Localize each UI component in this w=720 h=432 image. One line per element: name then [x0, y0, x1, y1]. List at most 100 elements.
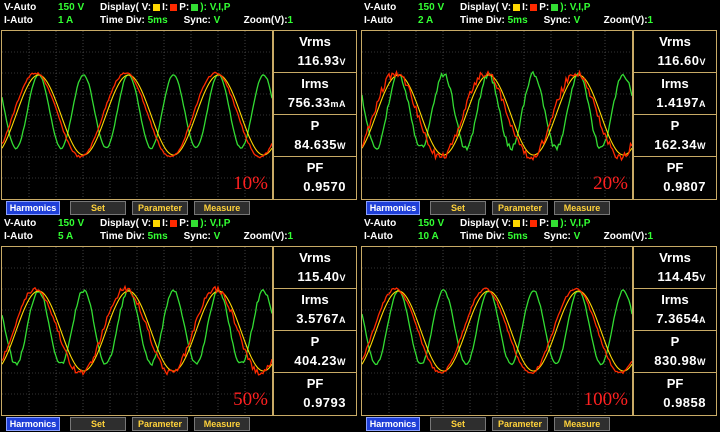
voltage-range-value: 150 V — [58, 218, 85, 229]
voltage-range-value: 150 V — [58, 2, 85, 13]
current-color-swatch — [530, 219, 538, 227]
measure-button[interactable]: Measure — [554, 201, 610, 215]
voltage-color-swatch — [513, 3, 521, 11]
waveform-display: 20% — [361, 30, 633, 200]
timediv-label: Time Div: — [460, 15, 505, 26]
voltage-range-label: V-Auto — [364, 218, 397, 229]
parameter-button[interactable]: Parameter — [492, 417, 548, 431]
waveform-display: 50% — [1, 246, 273, 416]
set-button[interactable]: Set — [70, 417, 126, 431]
irms-value: 756.33 — [287, 95, 331, 110]
parameter-button[interactable]: Parameter — [132, 417, 188, 431]
zoom-value: 1 — [287, 15, 294, 26]
parameter-button[interactable]: Parameter — [132, 201, 188, 215]
irms-value: 1.4197 — [656, 95, 699, 110]
current-range-label: I-Auto — [4, 231, 33, 242]
power-value: 162.34 — [654, 137, 697, 152]
pf-value: 0.9858 — [663, 395, 706, 410]
power-label: P — [670, 334, 680, 349]
voltage-color-swatch — [153, 219, 161, 227]
display-i-label: I: — [162, 2, 169, 13]
set-button[interactable]: Set — [430, 201, 486, 215]
vrms-value: 116.93 — [297, 53, 340, 68]
voltage-range-value: 150 V — [418, 218, 445, 229]
harmonics-button[interactable]: Harmonics — [6, 201, 60, 215]
load-percent-label: 100% — [583, 389, 628, 410]
waveform-display: 10% — [1, 30, 273, 200]
measure-button[interactable]: Measure — [194, 201, 250, 215]
power-color-swatch — [191, 219, 199, 227]
display-i-label: I: — [522, 2, 529, 13]
grid — [2, 31, 272, 199]
measurement-column: Vrms 115.40V Irms 3.5767A P 404.23W PF 0… — [273, 246, 357, 416]
current-range-value: 10 A — [418, 231, 439, 242]
zoom-label: Zoom(V): — [243, 231, 288, 242]
analyzer-panel: V-Auto 150 V Display( V: I: P:): V,I,P I-Aut… — [360, 0, 718, 215]
irms-label: Irms — [661, 76, 689, 91]
power-value: 84.635 — [294, 137, 337, 152]
power-trace — [2, 287, 272, 367]
timediv-label: Time Div: — [460, 231, 505, 242]
sync-label: Sync: — [183, 15, 211, 26]
power-value: 404.23 — [294, 353, 337, 368]
harmonics-button[interactable]: Harmonics — [366, 417, 420, 431]
vrms-cell: Vrms 114.45V — [634, 247, 716, 289]
measure-button[interactable]: Measure — [194, 417, 250, 431]
pf-cell: PF 0.9858 — [634, 373, 716, 414]
status-header: V-Auto 150 V Display( V: I: P:): V,I,P I-Aut… — [0, 216, 358, 246]
display-p-label: P: — [539, 2, 550, 13]
irms-unit: mA — [330, 99, 346, 109]
measurement-column: Vrms 116.93V Irms 756.33mA P 84.635W PF … — [273, 30, 357, 200]
display-value: ): V,I,P — [200, 2, 231, 13]
vrms-value: 114.45 — [657, 269, 700, 284]
set-button[interactable]: Set — [70, 201, 126, 215]
display-label: Display( V: — [100, 2, 152, 13]
irms-label: Irms — [661, 292, 689, 307]
power-unit: W — [697, 357, 706, 367]
analyzer-panel: V-Auto 150 V Display( V: I: P:): V,I,P I-Aut… — [360, 216, 718, 431]
display-value: ): V,I,P — [560, 2, 591, 13]
timediv-value: 5ms — [147, 231, 168, 242]
vrms-label: Vrms — [659, 250, 691, 265]
analyzer-panel: V-Auto 150 V Display( V: I: P:): V,I,P I-Aut… — [0, 0, 358, 215]
display-p-label: P: — [179, 2, 190, 13]
irms-cell: Irms 756.33mA — [274, 73, 356, 115]
voltage-range-label: V-Auto — [364, 2, 397, 13]
sync-label: Sync: — [543, 15, 571, 26]
pf-label: PF — [306, 160, 324, 175]
current-range-value: 1 A — [58, 15, 74, 26]
waveform-svg — [362, 31, 632, 199]
timediv-label: Time Div: — [100, 231, 145, 242]
power-cell: P 830.98W — [634, 331, 716, 373]
set-button[interactable]: Set — [430, 417, 486, 431]
parameter-button[interactable]: Parameter — [492, 201, 548, 215]
current-range-value: 5 A — [58, 231, 74, 242]
harmonics-button[interactable]: Harmonics — [366, 201, 420, 215]
zoom-value: 1 — [647, 15, 654, 26]
grid — [362, 31, 632, 199]
measurement-column: Vrms 116.60V Irms 1.4197A P 162.34W PF 0… — [633, 30, 717, 200]
power-unit: W — [337, 141, 346, 151]
irms-cell: Irms 1.4197A — [634, 73, 716, 115]
softkey-bar: Harmonics Set Parameter Measure — [0, 200, 358, 215]
vrms-label: Vrms — [659, 34, 691, 49]
softkey-bar: Harmonics Set Parameter Measure — [360, 200, 718, 215]
vrms-label: Vrms — [299, 250, 331, 265]
power-color-swatch — [551, 219, 559, 227]
load-percent-label: 50% — [233, 389, 268, 410]
zoom-label: Zoom(V): — [603, 15, 648, 26]
zoom-value: 1 — [287, 231, 294, 242]
pf-label: PF — [666, 160, 684, 175]
harmonics-button[interactable]: Harmonics — [6, 417, 60, 431]
display-p-label: P: — [179, 218, 190, 229]
power-color-swatch — [191, 3, 199, 11]
load-percent-label: 10% — [233, 173, 268, 194]
irms-label: Irms — [301, 292, 329, 307]
current-color-swatch — [170, 219, 178, 227]
sync-label: Sync: — [183, 231, 211, 242]
pf-cell: PF 0.9807 — [634, 157, 716, 198]
waveform-display: 100% — [361, 246, 633, 416]
current-range-label: I-Auto — [364, 15, 393, 26]
measure-button[interactable]: Measure — [554, 417, 610, 431]
vrms-value: 116.60 — [657, 53, 700, 68]
